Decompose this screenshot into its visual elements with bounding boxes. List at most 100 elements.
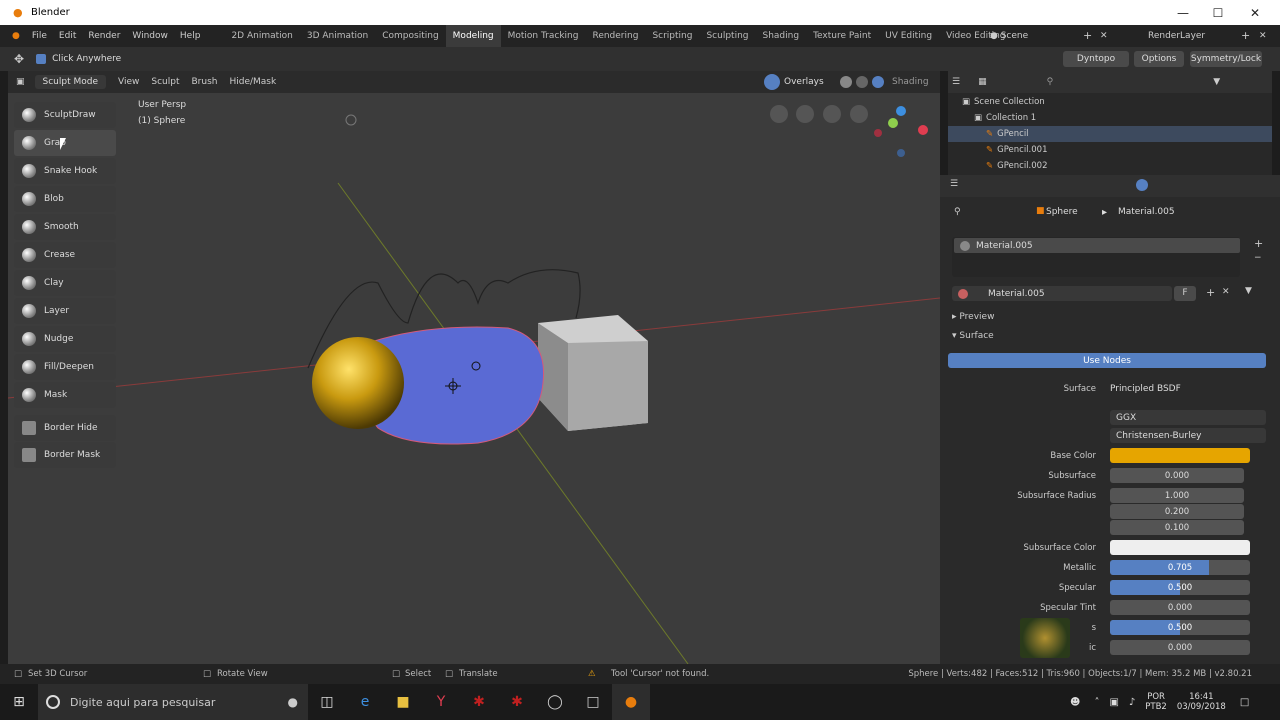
microphone-icon[interactable]: ● (288, 695, 298, 709)
3d-viewport[interactable]: User Persp (1) Sphere (8, 93, 940, 664)
maximize-button[interactable]: ☐ (1200, 0, 1236, 25)
breadcrumb-material[interactable]: Material.005 (1118, 207, 1175, 217)
tool-smooth[interactable]: Smooth (14, 214, 116, 240)
options-button[interactable]: Options (1134, 51, 1184, 67)
anisotropic-field[interactable]: 0.000 (1110, 640, 1250, 655)
blender-taskbar-icon[interactable]: ● (612, 684, 650, 720)
roughness-slider[interactable]: 0.500 (1110, 620, 1250, 635)
render-layer-remove-button[interactable]: ✕ (1259, 25, 1267, 47)
dyntopo-button[interactable]: Dyntopo (1063, 51, 1129, 67)
menu-sculpt[interactable]: Sculpt (151, 77, 179, 87)
subsurface-method-dropdown[interactable]: Christensen-Burley (1110, 428, 1266, 443)
tab-2d-animation[interactable]: 2D Animation (224, 25, 299, 47)
shading-rendered-icon[interactable] (872, 76, 884, 88)
scene-collection-row[interactable]: ▣ Scene Collection (948, 94, 1272, 110)
slot-remove-button[interactable]: − (1254, 253, 1262, 263)
yandex-browser-icon[interactable]: Y (422, 684, 460, 720)
tool-border-mask[interactable]: Border Mask (14, 442, 116, 468)
pan-gizmo-icon[interactable] (796, 105, 814, 123)
scene-add-button[interactable]: + (1083, 25, 1092, 47)
material-new-button[interactable]: + (1206, 286, 1215, 299)
click-anywhere-checkbox[interactable] (36, 54, 47, 64)
outliner-type-icon[interactable]: ☰ (952, 77, 960, 87)
menu-edit[interactable]: Edit (53, 25, 82, 47)
fake-user-button[interactable]: F (1174, 286, 1196, 301)
blender-menu-icon[interactable]: ● (0, 25, 26, 47)
display-mode-icon[interactable]: ▦ (978, 77, 987, 87)
overlays-dropdown[interactable]: Overlays (784, 71, 824, 93)
collection-row[interactable]: ▣ Collection 1 (948, 110, 1272, 126)
material-slot-row[interactable]: Material.005 (954, 238, 1240, 253)
menu-hide-mask[interactable]: Hide/Mask (229, 77, 276, 87)
task-view-icon[interactable]: ◫ (308, 684, 346, 720)
distribution-dropdown[interactable]: GGX (1110, 410, 1266, 425)
preview-panel-header[interactable]: ▸ Preview (952, 312, 994, 322)
tab-texture-paint[interactable]: Texture Paint (806, 25, 878, 47)
tab-uv-editing[interactable]: UV Editing (878, 25, 939, 47)
tool-border-hide[interactable]: Border Hide (14, 415, 116, 441)
tool-fill-deepen[interactable]: Fill/Deepen (14, 354, 116, 380)
close-button[interactable]: ✕ (1237, 0, 1273, 25)
menu-brush[interactable]: Brush (191, 77, 217, 87)
menu-render[interactable]: Render (82, 25, 126, 47)
menu-file[interactable]: File (26, 25, 53, 47)
outliner-item-gpencil-001[interactable]: ✎ GPencil.001 (948, 142, 1272, 158)
overlays-toggle-icon[interactable] (764, 74, 780, 90)
slot-add-button[interactable]: + (1254, 237, 1263, 250)
tab-scripting[interactable]: Scripting (645, 25, 699, 47)
symmetry-lock-button[interactable]: Symmetry/Lock (1190, 51, 1262, 67)
menu-view[interactable]: View (118, 77, 139, 87)
material-unlink-button[interactable]: ✕ (1222, 287, 1230, 297)
app-icon-red[interactable]: ✱ (460, 684, 498, 720)
specular-slider[interactable]: 0.500 (1110, 580, 1250, 595)
use-nodes-button[interactable]: Use Nodes (948, 353, 1266, 368)
subsurface-radius-z[interactable]: 0.100 (1110, 520, 1244, 535)
surface-shader-selector[interactable]: Principled BSDF (1110, 381, 1262, 396)
breadcrumb-object[interactable]: Sphere (1046, 207, 1078, 217)
browse-icon[interactable]: ▼ (1245, 286, 1252, 296)
clock[interactable]: 16:41 03/09/2018 (1177, 692, 1226, 712)
tab-sculpting[interactable]: Sculpting (699, 25, 755, 47)
notifications-icon[interactable]: □ (1240, 697, 1249, 708)
specular-tint-field[interactable]: 0.000 (1110, 600, 1250, 615)
base-color-swatch[interactable] (1110, 448, 1250, 463)
tool-mask[interactable]: Mask (14, 382, 116, 408)
tool-nudge[interactable]: Nudge (14, 326, 116, 352)
tab-shading[interactable]: Shading (756, 25, 807, 47)
file-explorer-icon[interactable]: ■ (384, 684, 422, 720)
tray-expand-icon[interactable]: ˄ (1094, 697, 1099, 708)
tab-modeling[interactable]: Modeling (445, 25, 501, 47)
shading-solid-icon[interactable] (840, 76, 852, 88)
filter-icon[interactable]: ▼ (1213, 77, 1220, 87)
tool-crease[interactable]: Crease (14, 242, 116, 268)
tool-sculptdraw[interactable]: SculptDraw (14, 102, 116, 128)
shading-material-icon[interactable] (856, 76, 868, 88)
tool-snake-hook[interactable]: Snake Hook (14, 158, 116, 184)
subsurface-color-swatch[interactable] (1110, 540, 1250, 555)
move-tool-icon[interactable]: ✥ (14, 52, 24, 66)
volume-icon[interactable]: ♪ (1129, 697, 1135, 708)
material-tab-icon[interactable] (1136, 179, 1148, 191)
scene-remove-button[interactable]: ✕ (1100, 25, 1108, 47)
minimize-button[interactable]: — (1165, 0, 1201, 25)
shading-dropdown[interactable]: Shading (892, 71, 929, 93)
tool-blob[interactable]: Blob (14, 186, 116, 212)
outliner-search-icon[interactable]: ⚲ (1047, 77, 1054, 87)
app-icon-red-2[interactable]: ✱ (498, 684, 536, 720)
windows-start-icon[interactable]: ⊞ (0, 684, 38, 720)
editor-type-icon[interactable]: ▣ (16, 77, 25, 87)
tab-compositing[interactable]: Compositing (375, 25, 445, 47)
outliner-item-gpencil[interactable]: ✎ GPencil (948, 126, 1272, 142)
surface-panel-header[interactable]: ▾ Surface (952, 331, 994, 341)
subsurface-field[interactable]: 0.000 (1110, 468, 1244, 483)
zoom-gizmo-icon[interactable] (770, 105, 788, 123)
tool-layer[interactable]: Layer (14, 298, 116, 324)
scene-selector[interactable]: ● Scene (990, 25, 1028, 47)
camera-gizmo-icon[interactable] (823, 105, 841, 123)
metallic-slider[interactable]: 0.705 (1110, 560, 1250, 575)
taskbar-search-box[interactable]: Digite aqui para pesquisar ● (38, 684, 308, 720)
menu-window[interactable]: Window (126, 25, 174, 47)
pin-icon[interactable]: ⚲ (954, 207, 961, 217)
mode-selector[interactable]: Sculpt Mode (34, 75, 107, 89)
menu-help[interactable]: Help (174, 25, 207, 47)
